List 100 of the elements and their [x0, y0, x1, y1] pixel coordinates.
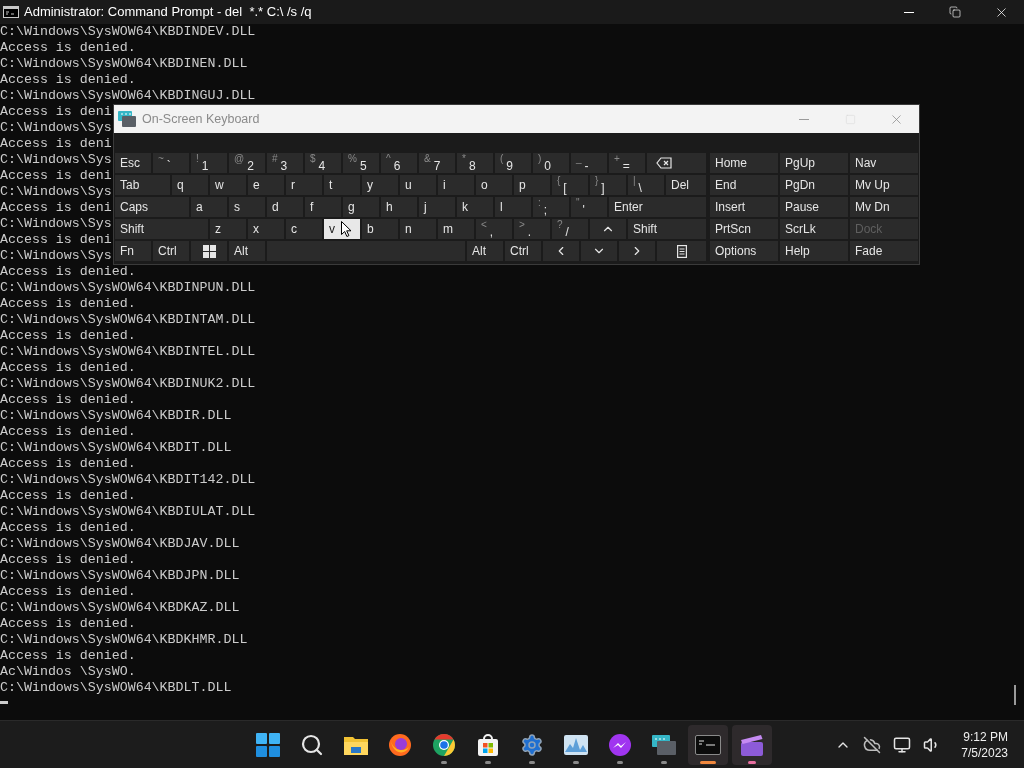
keyboard-key[interactable]: b — [362, 219, 398, 239]
keyboard-key[interactable]: x — [248, 219, 284, 239]
mouse-pointer-icon — [341, 221, 352, 237]
backspace-key[interactable] — [647, 153, 706, 173]
keyboard-key[interactable]: Nav — [850, 153, 918, 173]
keyboard-key[interactable]: z — [210, 219, 246, 239]
keyboard-key[interactable]: Insert — [710, 197, 778, 217]
keyboard-key[interactable]: k — [457, 197, 493, 217]
keyboard-key[interactable]: Alt — [467, 241, 503, 261]
keyboard-key[interactable]: p — [514, 175, 550, 195]
console-line: Access is denied. — [0, 520, 136, 536]
keyboard-key[interactable]: Tab — [115, 175, 170, 195]
keyboard-key[interactable]: $ 4 — [305, 153, 341, 173]
keyboard-key[interactable]: Ctrl — [153, 241, 189, 261]
keyboard-key[interactable]: ) 0 — [533, 153, 569, 173]
keyboard-key[interactable]: Fn — [115, 241, 151, 261]
keyboard-key[interactable]: Alt — [229, 241, 265, 261]
keyboard-key[interactable]: ! 1 — [191, 153, 227, 173]
keyboard-key[interactable]: Help — [780, 241, 848, 261]
cloud-off-icon[interactable] — [863, 735, 882, 754]
keyboard-key[interactable]: } ] — [590, 175, 626, 195]
keyboard-key[interactable]: @ 2 — [229, 153, 265, 173]
keyboard-key[interactable]: s — [229, 197, 265, 217]
keyboard-key[interactable]: Caps — [115, 197, 189, 217]
window-title: Administrator: Command Prompt - del *.* C:\ /s /q — [24, 3, 312, 22]
keyboard-key[interactable]: ~ ` — [153, 153, 189, 173]
keyboard-key[interactable]: Shift — [628, 219, 706, 239]
running-indicator — [441, 760, 447, 764]
keyboard-key[interactable]: # 3 — [267, 153, 303, 173]
taskbar-app-button[interactable] — [688, 724, 728, 765]
keyboard-key[interactable]: < , — [476, 219, 512, 239]
keyboard-key[interactable]: n — [400, 219, 436, 239]
menu-key[interactable] — [657, 241, 706, 261]
keyboard-key[interactable]: t — [324, 175, 360, 195]
keyboard-key[interactable]: o — [476, 175, 512, 195]
keyboard-key[interactable]: Fade — [850, 241, 918, 261]
chrome-icon — [432, 732, 456, 757]
keyboard-key[interactable]: m — [438, 219, 474, 239]
keyboard-key[interactable]: u — [400, 175, 436, 195]
keyboard-key[interactable]: > . — [514, 219, 550, 239]
keyboard-key[interactable]: i — [438, 175, 474, 195]
backspace-icon — [656, 157, 672, 169]
keyboard-key[interactable]: " ' — [571, 197, 607, 217]
windows-key[interactable] — [191, 241, 227, 261]
keyboard-key[interactable]: + = — [609, 153, 645, 173]
windows-start-icon — [256, 732, 280, 757]
keyboard-key[interactable]: ? / — [552, 219, 588, 239]
keyboard-app-icon — [118, 111, 136, 127]
keyboard-key[interactable]: e — [248, 175, 284, 195]
keyboard-key[interactable]: a — [191, 197, 227, 217]
keyboard-key[interactable]: PgDn — [780, 175, 848, 195]
keyboard-key[interactable]: End — [710, 175, 778, 195]
keyboard-key[interactable]: Pause — [780, 197, 848, 217]
scrollbar-thumb[interactable] — [1014, 685, 1016, 705]
keyboard-key[interactable]: Shift — [115, 219, 208, 239]
console-line: C:\Windows\SysWOW64\KBDINDEV.DLL — [0, 24, 256, 40]
keyboard-key[interactable]: Mv Dn — [850, 197, 918, 217]
keyboard-key[interactable]: v — [324, 219, 360, 239]
keyboard-key[interactable]: Del — [666, 175, 706, 195]
console-line: C:\Windows\SysWOW64\KBDINGUJ.DLL — [0, 88, 256, 104]
keyboard-key[interactable]: w — [210, 175, 246, 195]
keyboard-key[interactable]: f — [305, 197, 341, 217]
chart-window-icon — [563, 733, 589, 756]
keyboard-key[interactable]: * 8 — [457, 153, 493, 173]
keyboard-key[interactable]: { [ — [552, 175, 588, 195]
keyboard-key[interactable]: % 5 — [343, 153, 379, 173]
keyboard-key[interactable]: c — [286, 219, 322, 239]
keyboard-key[interactable]: PrtScn — [710, 219, 778, 239]
keyboard-key[interactable]: _ - — [571, 153, 607, 173]
keyboard-key[interactable]: Home — [710, 153, 778, 173]
keyboard-key[interactable]: y — [362, 175, 398, 195]
keyboard-key[interactable]: d — [267, 197, 303, 217]
keyboard-key[interactable]: h — [381, 197, 417, 217]
keyboard-key[interactable]: ^ 6 — [381, 153, 417, 173]
clock-date[interactable]: 7/5/2023 — [961, 744, 1008, 761]
console-line: Access is denied. — [0, 360, 136, 376]
keyboard-key[interactable]: j — [419, 197, 455, 217]
keyboard-key[interactable]: q — [172, 175, 208, 195]
keyboard-key[interactable]: Esc — [115, 153, 151, 173]
keyboard-key[interactable]: g — [343, 197, 379, 217]
keyboard-key[interactable]: r — [286, 175, 322, 195]
minimize-icon — [799, 118, 809, 120]
console-line: C:\Windows\Sys — [0, 184, 112, 200]
keyboard-key[interactable]: : ; — [533, 197, 569, 217]
keyboard-key[interactable]: PgUp — [780, 153, 848, 173]
taskbar-app-button[interactable] — [732, 724, 772, 765]
console-line: C:\Windows\SysWOW64\KBDIULAT.DLL — [0, 504, 256, 520]
clock-time[interactable]: 9:12 PM — [963, 728, 1008, 745]
keyboard-window-title: On-Screen Keyboard — [142, 110, 260, 128]
keyboard-key[interactable]: l — [495, 197, 531, 217]
keyboard-key[interactable]: ( 9 — [495, 153, 531, 173]
keyboard-key[interactable]: Enter — [609, 197, 706, 217]
keyboard-key[interactable]: | \ — [628, 175, 664, 195]
console-line: C:\Windows\SysWOW64\KBDLT.DLL — [0, 680, 232, 696]
keyboard-key[interactable]: Options — [710, 241, 778, 261]
keyboard-key[interactable]: Ctrl — [505, 241, 541, 261]
keyboard-key[interactable]: & 7 — [419, 153, 455, 173]
keyboard-key[interactable]: Mv Up — [850, 175, 918, 195]
keyboard-key[interactable]: ScrLk — [780, 219, 848, 239]
console-line: C:\Windows\SysWOW64\KBDIT.DLL — [0, 440, 232, 456]
